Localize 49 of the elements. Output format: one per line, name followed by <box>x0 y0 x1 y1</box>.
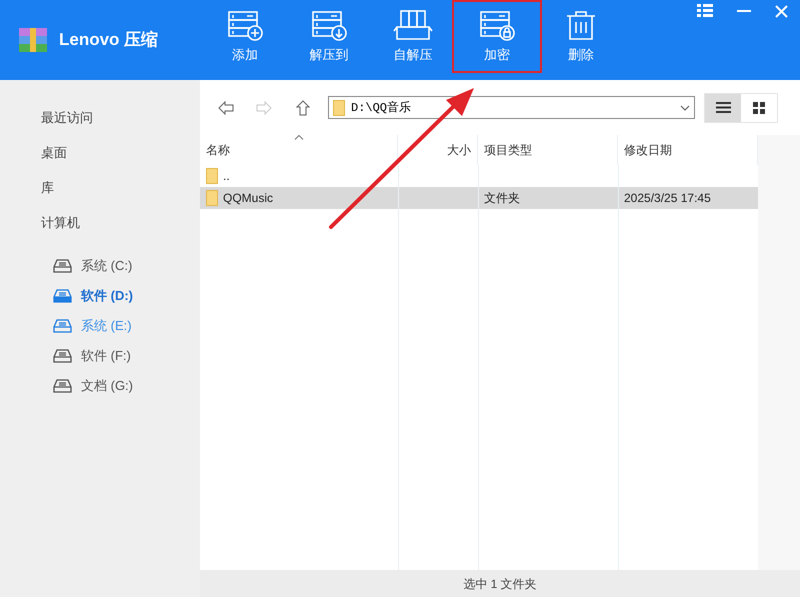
column-header[interactable]: 项目类型 <box>478 135 618 165</box>
drive-icon <box>53 349 72 363</box>
path-text: D:\QQ音乐 <box>351 100 412 116</box>
close-icon[interactable] <box>775 4 788 18</box>
archive-extract-icon <box>309 8 349 41</box>
sort-caret-icon <box>294 135 303 140</box>
archive-add-icon <box>225 8 265 41</box>
file-date: 2025/3/25 17:45 <box>624 191 711 205</box>
dropdown-caret-icon[interactable] <box>680 104 690 110</box>
list-icon <box>716 102 730 113</box>
path-field[interactable]: D:\QQ音乐 <box>328 96 695 119</box>
sidebar-item[interactable]: 计算机 <box>0 213 200 248</box>
drive-icon <box>53 379 72 393</box>
drive-item[interactable]: 软件 (D:) <box>0 281 200 311</box>
drive-label: 软件 (D:) <box>81 287 133 306</box>
drive-label: 系统 (C:) <box>81 257 132 276</box>
grid-icon <box>753 102 765 114</box>
drive-icon <box>53 259 72 273</box>
drive-icon <box>53 289 72 303</box>
box-books-icon <box>393 8 433 41</box>
list-view-button[interactable] <box>705 94 741 122</box>
status-text: 选中 1 文件夹 <box>463 576 537 592</box>
back-arrow-icon[interactable] <box>218 100 234 114</box>
up-arrow-icon[interactable] <box>296 100 310 116</box>
toolbar-button[interactable]: 加密 <box>452 0 542 73</box>
file-name: .. <box>223 168 230 185</box>
app-title: Lenovo 压缩 <box>59 29 158 52</box>
file-row[interactable]: QQMusic 文件夹 2025/3/25 17:45 <box>200 187 758 209</box>
column-header[interactable]: 大小 <box>398 135 478 165</box>
books-logo-icon <box>17 26 49 54</box>
file-name: QQMusic <box>223 190 274 207</box>
file-type: 文件夹 <box>484 191 520 205</box>
column-header[interactable]: 名称 <box>200 135 398 165</box>
drive-item[interactable]: 软件 (F:) <box>0 341 200 371</box>
drive-label: 系统 (E:) <box>81 317 132 336</box>
drive-item[interactable]: 系统 (C:) <box>0 251 200 281</box>
folder-icon <box>206 168 218 184</box>
sidebar-item[interactable]: 库 <box>0 178 200 213</box>
sidebar-item[interactable]: 最近访问 <box>0 108 200 143</box>
drive-label: 软件 (F:) <box>81 347 131 366</box>
sidebar-item[interactable]: 桌面 <box>0 143 200 178</box>
drive-label: 文档 (G:) <box>81 377 133 396</box>
drive-item[interactable]: 文档 (G:) <box>0 371 200 401</box>
folder-icon <box>333 100 345 116</box>
menu-icon[interactable] <box>697 4 713 18</box>
archive-lock-icon <box>477 8 517 41</box>
file-row[interactable]: .. <box>200 165 758 187</box>
drive-icon <box>53 319 72 333</box>
folder-icon <box>206 190 218 206</box>
